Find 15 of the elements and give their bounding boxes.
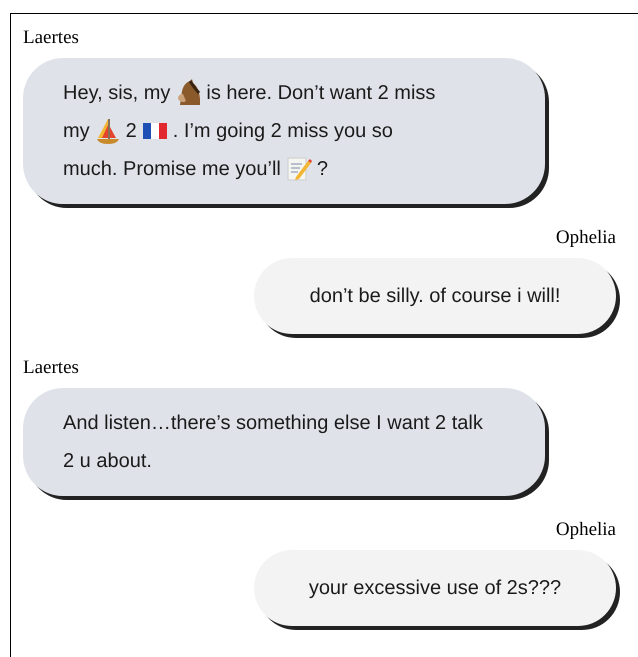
message-text: my: [63, 119, 90, 144]
message-text: your excessive use of 2s???: [308, 576, 562, 601]
sender-name: Laertes: [23, 26, 79, 50]
message-text: is here. Don’t want 2 miss: [206, 81, 436, 106]
message-text: ?: [316, 157, 328, 182]
sender-name: Laertes: [23, 356, 79, 380]
message-text: much. Promise me you’ll: [63, 157, 281, 182]
message-text: 2: [126, 119, 137, 144]
sender-name: Ophelia: [556, 226, 616, 250]
memo-pencil-icon: [284, 155, 313, 183]
message-text: don’t be silly. of course i will!: [310, 284, 560, 309]
message-text: Hey, sis, my: [63, 81, 170, 106]
message-text: And listen…there’s something else I want 2 talk 2 u about.: [63, 412, 483, 472]
message-text: . I’m going 2 miss you so: [172, 119, 393, 144]
sender-name: Ophelia: [556, 518, 616, 542]
